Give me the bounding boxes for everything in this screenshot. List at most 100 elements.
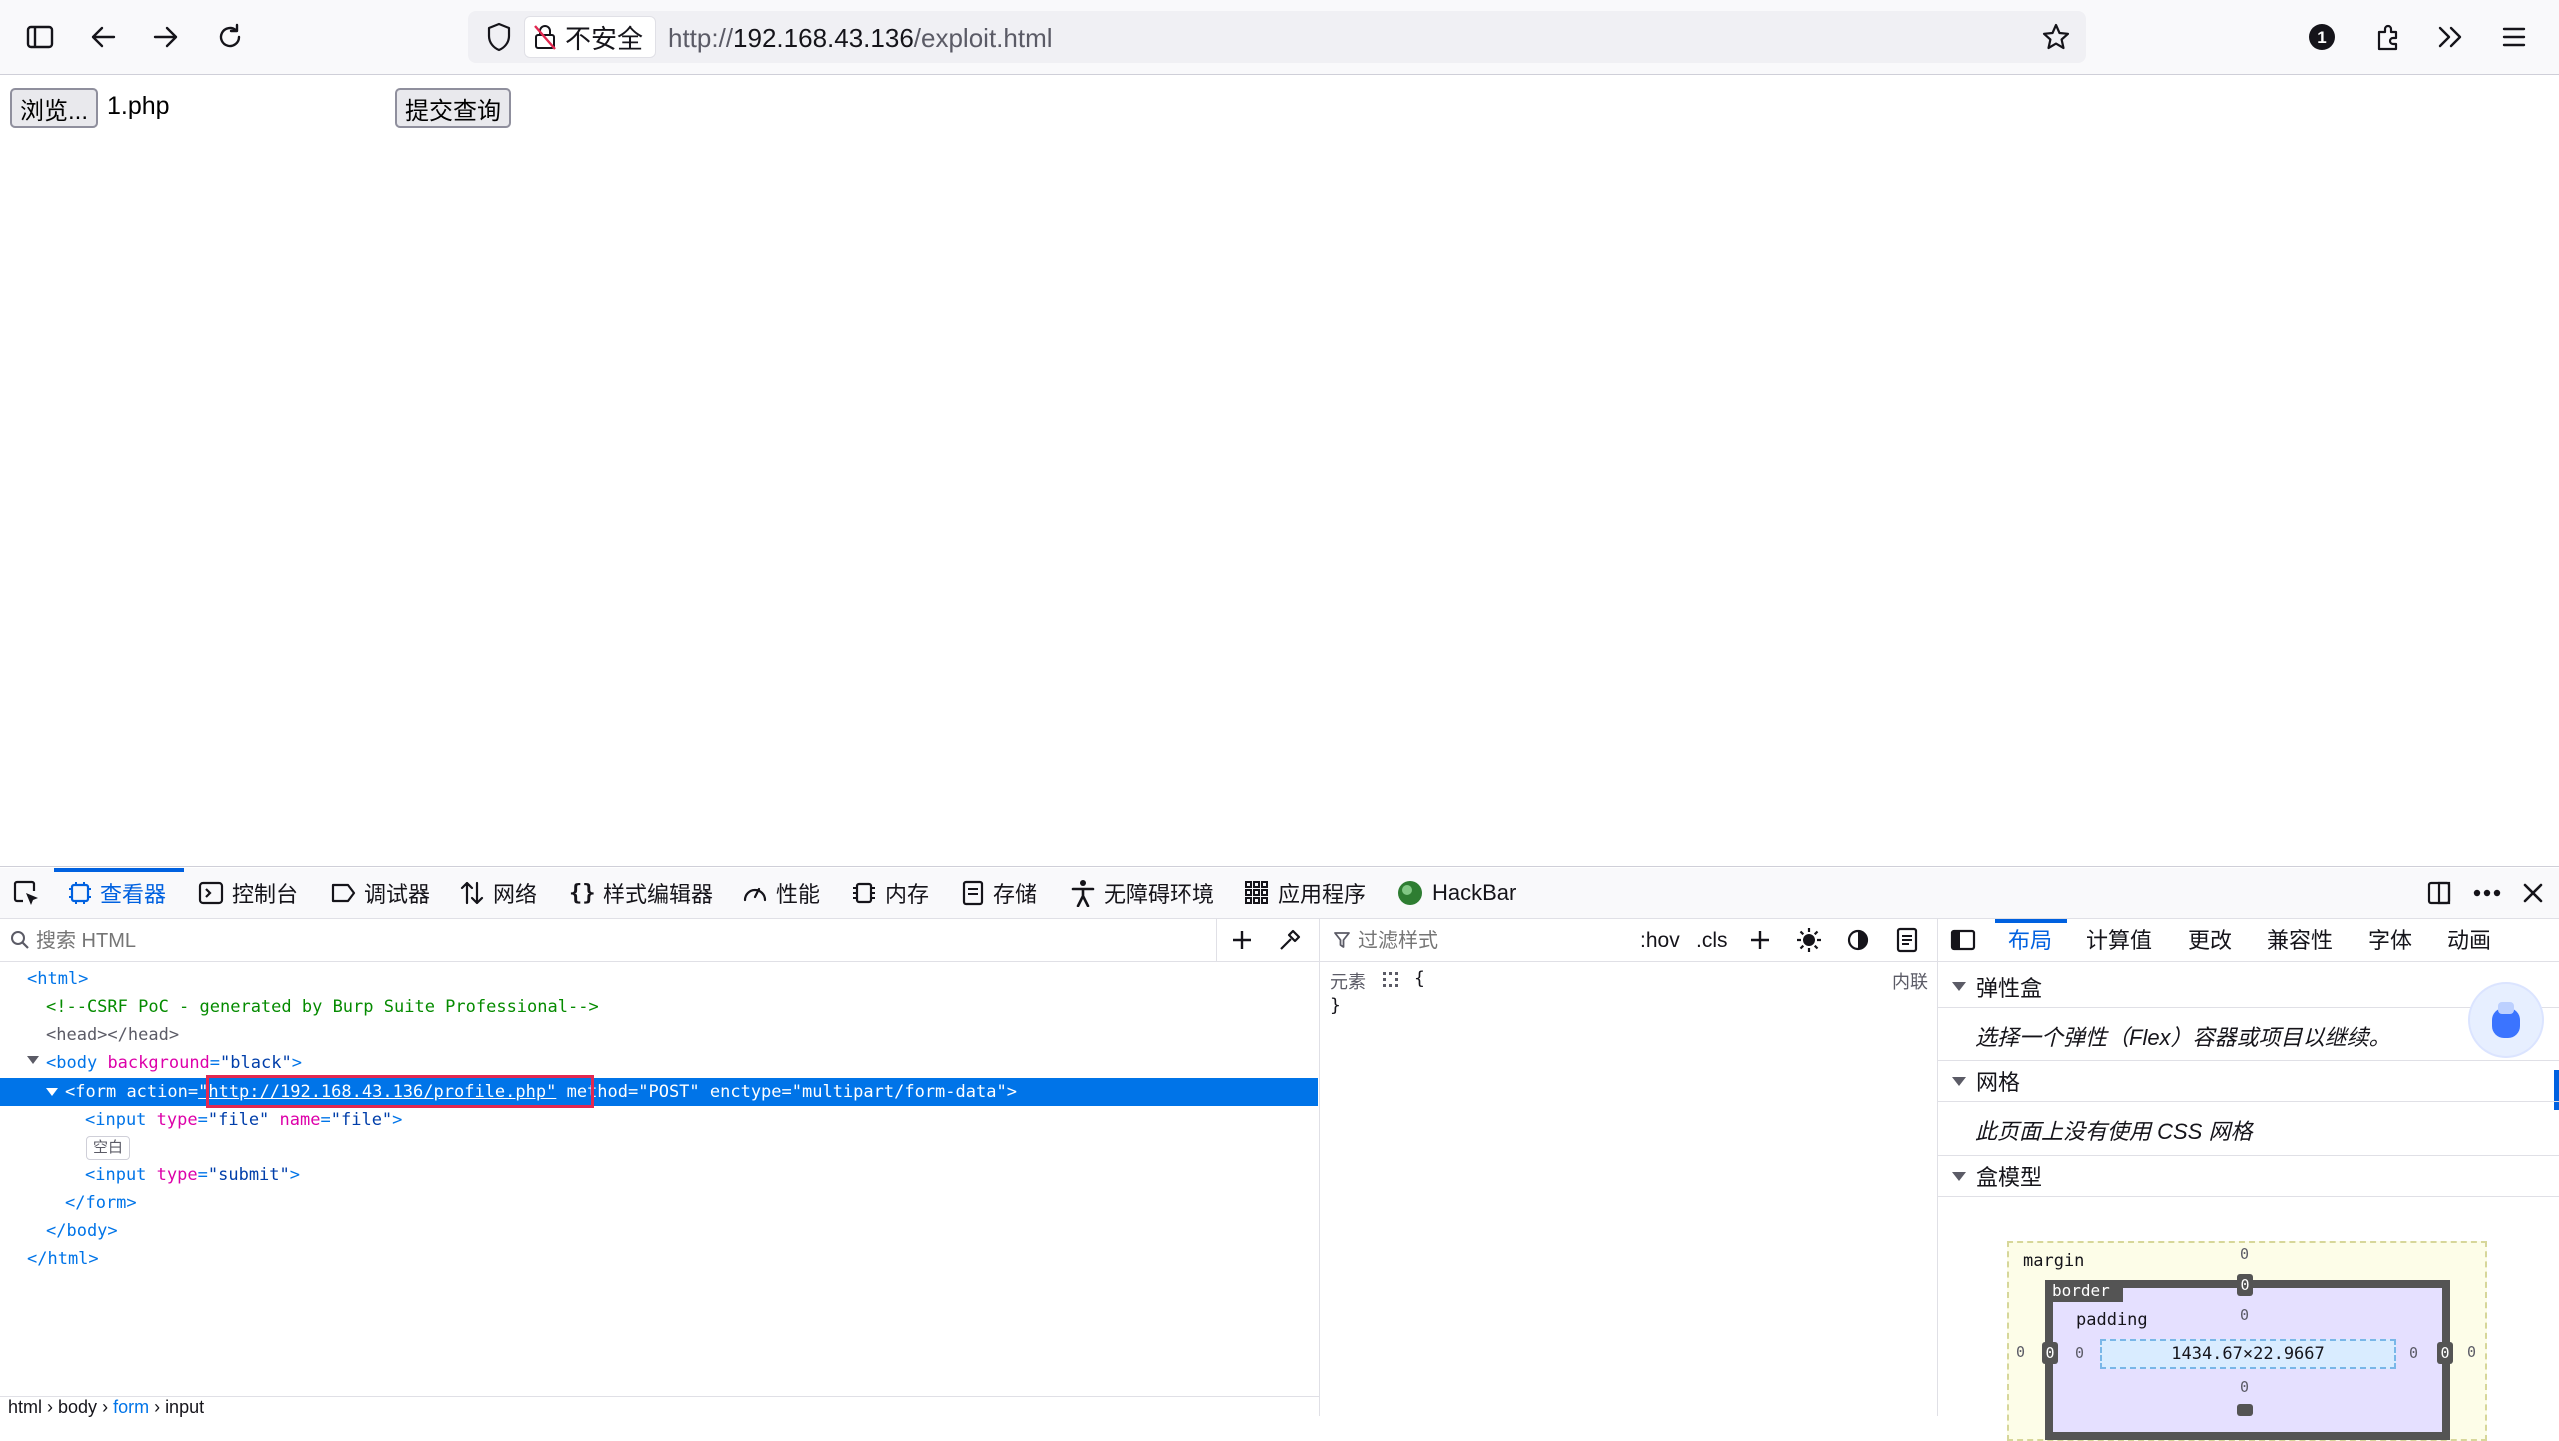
markup-line-html-open[interactable]: <html> (27, 965, 88, 993)
element-rule-label: 元素 (1330, 972, 1366, 992)
dark-scheme-icon[interactable] (1846, 928, 1870, 952)
highlight-annotation-box (206, 1075, 594, 1108)
tab-network-label: 网络 (493, 882, 538, 907)
bookmark-star-icon[interactable] (2036, 17, 2076, 57)
flexbox-title: 弹性盒 (1976, 975, 2043, 1001)
tab-layout[interactable]: 布局 (2008, 919, 2052, 961)
element-highlight-icon[interactable] (1382, 971, 1400, 989)
margin-label: margin (2023, 1251, 2085, 1271)
add-rule-icon[interactable] (1748, 928, 1772, 952)
devtools-close-icon[interactable] (2522, 868, 2544, 918)
padding-top-value[interactable]: 0 (2240, 1306, 2249, 1324)
filter-icon (1333, 931, 1351, 949)
eyedropper-icon[interactable] (1278, 928, 1302, 952)
tab-hackbar[interactable]: HackBar (1396, 868, 1516, 918)
border-top-value[interactable]: 0 (2237, 1274, 2253, 1296)
rule-open-brace: { (1414, 968, 1425, 989)
expand-body-twisty-icon[interactable] (27, 1056, 39, 1064)
boxmodel-section-header[interactable]: 盒模型 (1938, 1155, 2559, 1197)
grid-empty-message: 此页面上没有使用 CSS 网格 (1975, 1119, 2253, 1144)
back-icon[interactable] (83, 17, 123, 57)
class-toggle[interactable]: .cls (1696, 929, 1728, 953)
sidebar-toggle-icon[interactable] (20, 17, 60, 57)
search-icon (10, 930, 30, 950)
margin-top-value[interactable]: 0 (2240, 1245, 2249, 1263)
network-icon (460, 881, 484, 905)
markup-line-input-submit[interactable]: <input type="submit"> (85, 1161, 300, 1189)
padding-right-value[interactable]: 0 (2409, 1344, 2418, 1362)
submit-query-button[interactable]: 提交查询 (395, 88, 511, 128)
filter-styles-input[interactable] (1356, 924, 1620, 958)
tab-memory[interactable]: 内存 (851, 868, 929, 918)
html-search-input[interactable] (34, 924, 1208, 958)
grid-title: 网格 (1976, 1070, 2021, 1095)
element-picker-icon[interactable] (12, 868, 40, 918)
grid-section-header[interactable]: 网格 (1938, 1060, 2559, 1102)
markup-line-input-file[interactable]: <input type="file" name="file"> (85, 1106, 402, 1134)
hover-pseudo-toggle[interactable]: :hov (1640, 929, 1680, 953)
floating-assistant-icon[interactable] (2470, 984, 2542, 1056)
padding-bottom-value[interactable]: 0 (2240, 1378, 2249, 1396)
devtools-more-icon[interactable] (2472, 868, 2502, 918)
whitespace-badge[interactable]: 空白 (86, 1136, 131, 1160)
tab-application[interactable]: 应用程序 (1244, 868, 1366, 918)
extensions-puzzle-icon[interactable] (2368, 17, 2408, 57)
expand-form-twisty-icon[interactable] (46, 1088, 58, 1096)
debugger-icon (331, 883, 356, 903)
border-left-value[interactable]: 0 (2042, 1342, 2058, 1364)
markup-line-html-close[interactable]: </html> (27, 1245, 99, 1273)
breadcrumb-body[interactable]: body (58, 1397, 97, 1417)
toggle-sidebar-icon[interactable] (1950, 929, 1976, 951)
forward-icon[interactable] (146, 17, 186, 57)
hackbar-icon (1398, 881, 1422, 905)
margin-left-value[interactable]: 0 (2016, 1343, 2025, 1361)
tab-performance[interactable]: 性能 (742, 868, 820, 918)
file-browse-button[interactable]: 浏览... (10, 88, 98, 128)
tab-inspector[interactable]: 查看器 (68, 868, 166, 918)
border-right-value[interactable]: 0 (2437, 1342, 2453, 1364)
tab-console[interactable]: 控制台 (198, 868, 298, 918)
dock-toggle-icon[interactable] (2426, 868, 2452, 918)
tab-animations[interactable]: 动画 (2447, 919, 2491, 961)
url-text[interactable]: http://192.168.43.136/exploit.html (668, 0, 1053, 74)
boxmodel-content-size[interactable]: 1434.67×22.9667 (2100, 1339, 2396, 1369)
markup-line-body-close[interactable]: </body> (46, 1217, 118, 1245)
tab-accessibility[interactable]: 无障碍环境 (1070, 868, 1214, 918)
tab-debugger-label: 调试器 (364, 882, 431, 907)
tracking-protection-shield-icon[interactable] (480, 18, 518, 56)
site-security-button[interactable]: 不安全 (524, 16, 657, 58)
collapse-flexbox-icon (1952, 982, 1966, 991)
tab-hackbar-label: HackBar (1432, 880, 1517, 905)
app-menu-hamburger-icon[interactable] (2494, 17, 2534, 57)
markup-line-comment[interactable]: <!--CSRF PoC - generated by Burp Suite P… (46, 993, 599, 1021)
markup-line-head[interactable]: <head></head> (46, 1021, 179, 1049)
light-scheme-sun-icon[interactable] (1796, 927, 1822, 953)
breadcrumb-input[interactable]: input (165, 1397, 204, 1417)
markup-line-body-open[interactable]: <body background="black"> (46, 1049, 302, 1077)
tab-computed[interactable]: 计算值 (2086, 919, 2152, 961)
tab-compatibility[interactable]: 兼容性 (2267, 919, 2333, 961)
flexbox-section-header[interactable]: 弹性盒 (1938, 966, 2559, 1008)
overflow-chevron-icon[interactable] (2430, 17, 2470, 57)
tab-fonts[interactable]: 字体 (2368, 919, 2412, 961)
tab-storage[interactable]: 存储 (961, 868, 1037, 918)
breadcrumb-html[interactable]: html (8, 1397, 42, 1417)
markup-line-form-close[interactable]: </form> (65, 1189, 137, 1217)
border-bottom-value[interactable] (2237, 1404, 2253, 1416)
url-scheme: http:// (668, 23, 734, 53)
tab-changes[interactable]: 更改 (2188, 919, 2232, 961)
notification-badge-icon[interactable]: 1 (2302, 17, 2342, 57)
padding-left-value[interactable]: 0 (2075, 1344, 2084, 1362)
breadcrumb-form[interactable]: form (113, 1397, 149, 1417)
breadcrumb: html › body › form › input (0, 1396, 1319, 1417)
margin-right-value[interactable]: 0 (2467, 1343, 2476, 1361)
print-simulation-icon[interactable] (1896, 927, 1918, 953)
add-node-icon[interactable] (1230, 928, 1254, 952)
tab-style-editor[interactable]: {} 样式编辑器 (569, 868, 713, 918)
reload-icon[interactable] (210, 17, 250, 57)
tab-memory-label: 内存 (885, 882, 930, 907)
tab-debugger[interactable]: 调试器 (330, 868, 430, 918)
tab-network[interactable]: 网络 (459, 868, 537, 918)
tab-style-editor-label: 样式编辑器 (603, 882, 714, 907)
tab-application-label: 应用程序 (1278, 882, 1367, 907)
